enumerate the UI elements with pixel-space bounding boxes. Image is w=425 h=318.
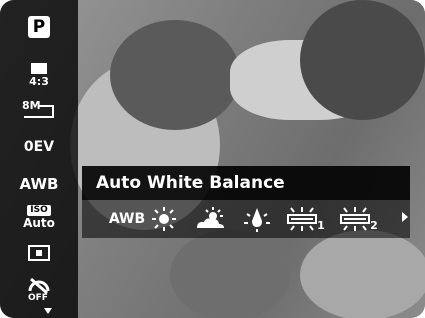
flash-label: OFF	[28, 293, 48, 303]
option-awb[interactable]: AWB	[108, 200, 146, 238]
white-balance-icon: AWB	[20, 175, 59, 193]
flash-off-icon: OFF	[26, 277, 52, 305]
camera-mode-icon: P	[28, 16, 50, 38]
ev-label: 0EV	[23, 139, 55, 155]
aspect-ratio-icon	[31, 62, 47, 74]
sidebar-item-exposure[interactable]: 0EV	[0, 136, 78, 158]
tungsten-icon	[244, 208, 270, 232]
sidebar-item-white-balance[interactable]: AWB	[0, 172, 78, 196]
scroll-right-icon[interactable]	[402, 212, 408, 222]
fluorescent-2-sub: 2	[370, 219, 378, 232]
exposure-icon: 0EV	[24, 139, 54, 155]
fluorescent-1-sub: 1	[317, 219, 325, 232]
option-tungsten[interactable]	[238, 200, 276, 238]
option-daylight[interactable]	[148, 200, 180, 238]
camera-screen: P 4:3 8M 0EV AWB ISO Auto OFF Auto White…	[0, 0, 425, 318]
wb-label: AWB	[19, 175, 59, 193]
iso-value: Auto	[23, 215, 55, 230]
settings-sidebar: P 4:3 8M 0EV AWB ISO Auto OFF	[0, 0, 78, 318]
menu-title-bar: Auto White Balance	[82, 166, 410, 200]
iso-icon: ISO Auto	[23, 204, 55, 230]
awb-option-label: AWB	[108, 211, 146, 227]
fluorescent-2-icon: 2	[340, 206, 378, 232]
sidebar-item-aspect-ratio[interactable]: 4:3	[0, 58, 78, 92]
option-fluorescent-1[interactable]: 1	[284, 200, 328, 238]
sidebar-item-mode[interactable]: P	[0, 14, 78, 40]
white-balance-options: AWB 1 2	[82, 200, 410, 238]
fluorescent-1-icon: 1	[287, 206, 325, 232]
option-cloudy[interactable]	[190, 200, 230, 238]
option-fluorescent-2[interactable]: 2	[336, 200, 382, 238]
sidebar-item-image-size[interactable]: 8M	[0, 96, 78, 124]
scroll-down-icon[interactable]	[44, 308, 52, 314]
sidebar-item-iso[interactable]: ISO Auto	[0, 200, 78, 234]
aspect-label: 4:3	[29, 74, 49, 88]
image-size-icon: 8M	[22, 99, 56, 121]
metering-icon	[28, 245, 50, 261]
cloudy-icon	[197, 207, 224, 228]
sidebar-item-metering[interactable]	[0, 240, 78, 266]
menu-title: Auto White Balance	[96, 173, 285, 193]
iso-label: ISO	[27, 204, 51, 216]
mode-label: P	[32, 17, 46, 37]
sidebar-item-flash[interactable]: OFF	[0, 276, 78, 306]
daylight-icon	[152, 207, 176, 231]
